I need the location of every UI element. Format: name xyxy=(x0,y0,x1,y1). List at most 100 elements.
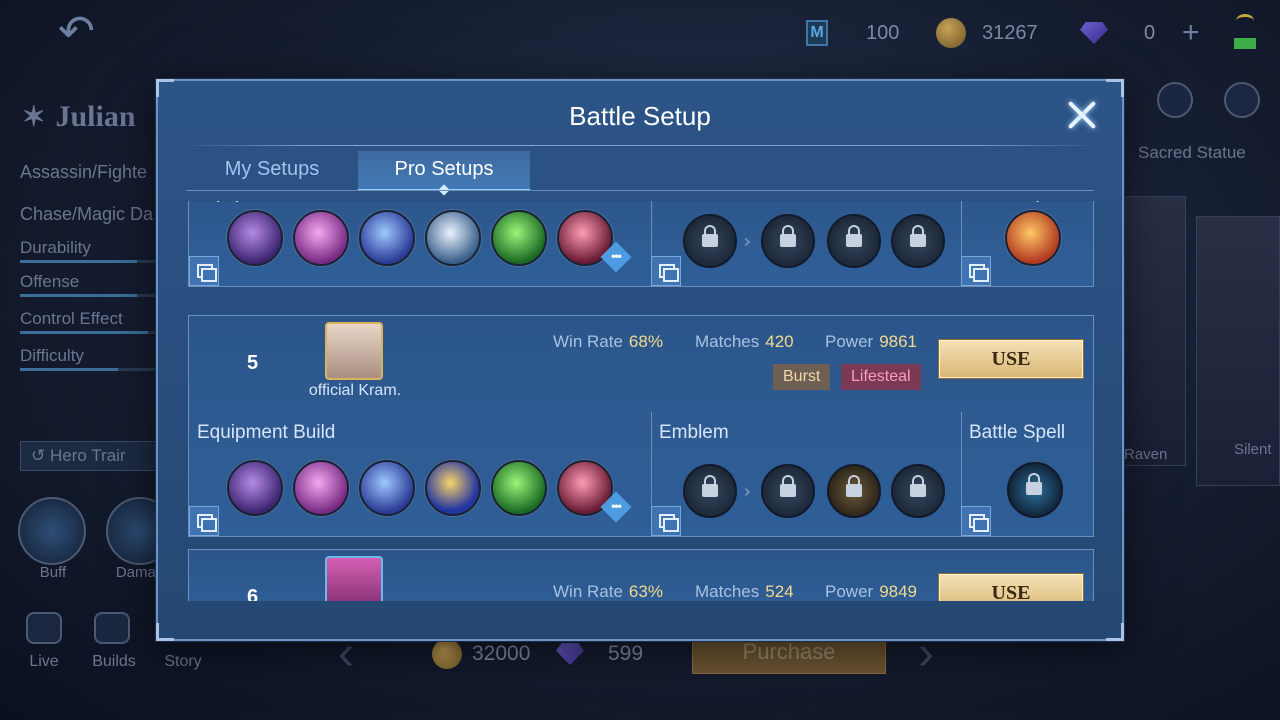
emblem-talent-2-icon[interactable] xyxy=(827,214,881,268)
nav-builds[interactable]: Builds xyxy=(84,653,144,671)
more-dots-icon: ••• xyxy=(611,499,622,513)
power-value: 9861 xyxy=(879,332,918,351)
matches-label: Matches xyxy=(695,582,760,601)
corner-ornament xyxy=(1106,623,1124,641)
corner-ornament xyxy=(156,79,174,97)
win-rate: Win Rate 68% xyxy=(553,332,663,352)
emblem-main-icon[interactable] xyxy=(683,214,737,268)
player-avatar[interactable] xyxy=(325,556,383,601)
tag-lifesteal: Lifesteal xyxy=(841,364,921,390)
copy-equipment-icon[interactable] xyxy=(189,256,219,286)
coins-value: 31267 xyxy=(982,21,1038,44)
emblem-talent-2-icon[interactable] xyxy=(827,464,881,518)
player-avatar[interactable] xyxy=(325,322,383,380)
corner-ornament xyxy=(1106,79,1124,97)
stat-bar-control xyxy=(20,331,170,334)
skin-card-raven[interactable] xyxy=(1124,196,1186,466)
battle-spell-icon[interactable] xyxy=(1007,462,1063,518)
assassin-role-icon: ✶ xyxy=(22,102,46,133)
copy-emblem-icon[interactable] xyxy=(651,506,681,536)
emblem-main-icon[interactable] xyxy=(683,464,737,518)
rank-number: 5 xyxy=(247,352,259,374)
star-orb-item-icon[interactable] xyxy=(359,460,415,516)
price-coin-icon xyxy=(432,639,462,669)
stat-label-difficulty: Difficulty xyxy=(20,346,84,365)
matches-value: 420 xyxy=(765,332,794,351)
hero-name: ✶ Julian xyxy=(22,100,136,134)
battle-setup-dialog: Battle Setup My Setups Pro Setups Equipm… xyxy=(156,79,1124,641)
skin-name-silent: Silent xyxy=(1234,441,1272,458)
feather-item-icon[interactable] xyxy=(293,460,349,516)
battery-icon xyxy=(1234,38,1256,49)
emblem-label: Emblem xyxy=(659,422,729,443)
fullscreen-icon[interactable] xyxy=(1224,82,1260,118)
m-points-display: M 100 xyxy=(806,18,899,48)
training-icon: ↺ xyxy=(31,446,46,465)
golden-orb-item-icon[interactable] xyxy=(425,460,481,516)
price-diamond-icon xyxy=(556,643,584,665)
lock-icon xyxy=(780,475,796,497)
emblem-talent-1-icon[interactable] xyxy=(761,464,815,518)
hero-specialty: Chase/Magic Da xyxy=(20,204,154,224)
copy-equipment-icon[interactable] xyxy=(189,506,219,536)
battle-spell-label: Battle Spell xyxy=(969,201,1065,204)
emblem-talent-3-icon[interactable] xyxy=(891,464,945,518)
copy-spell-icon[interactable] xyxy=(961,256,991,286)
win-rate-value: 68% xyxy=(628,332,663,351)
battle-spell-icon[interactable] xyxy=(1005,210,1061,266)
wifi-icon xyxy=(1236,14,1254,28)
crystal-item-icon[interactable] xyxy=(491,210,547,266)
battle-spell-label: Battle Spell xyxy=(969,422,1066,443)
pro-setups-list[interactable]: Equipment Build Emblem Battle Spell ••• xyxy=(186,201,1094,601)
use-setup-button[interactable]: USE xyxy=(939,340,1083,378)
emblem-talent-1-icon[interactable] xyxy=(761,214,815,268)
diamond-price: 599 xyxy=(556,636,643,672)
add-currency-icon[interactable]: + xyxy=(1182,16,1200,50)
live-icon[interactable] xyxy=(26,612,62,644)
power: Power 9861 xyxy=(825,332,917,352)
tab-pro-setups[interactable]: Pro Setups xyxy=(358,151,530,191)
corner-ornament xyxy=(156,623,174,641)
crystal-item-icon[interactable] xyxy=(491,460,547,516)
diamonds-display: 0 xyxy=(1080,18,1155,48)
win-rate-label: Win Rate xyxy=(553,582,623,601)
lock-icon xyxy=(846,475,862,497)
lock-icon xyxy=(910,225,926,247)
copy-emblem-icon[interactable] xyxy=(651,256,681,286)
stat-bar-offense xyxy=(20,294,170,297)
coins-display: 31267 xyxy=(936,18,1038,48)
feather-item-icon[interactable] xyxy=(293,210,349,266)
nav-live[interactable]: Live xyxy=(14,653,74,671)
hero-training-button[interactable]: ↺ Hero Trair xyxy=(20,441,170,471)
star-orb-item-icon[interactable] xyxy=(359,210,415,266)
boots-item-icon[interactable] xyxy=(227,210,283,266)
matches: Matches 420 xyxy=(695,332,794,352)
setup-tabs: My Setups Pro Setups xyxy=(186,151,530,191)
coin-price: 32000 xyxy=(432,636,530,672)
diamonds-value: 0 xyxy=(1144,21,1156,44)
sound-icon[interactable] xyxy=(1157,82,1193,118)
back-arrow-icon[interactable]: ↶ xyxy=(58,10,138,54)
matches-value: 524 xyxy=(765,582,794,601)
lock-icon xyxy=(1026,473,1042,495)
nav-story[interactable]: Story xyxy=(153,653,213,671)
tab-my-setups[interactable]: My Setups xyxy=(186,151,358,191)
spear-item-icon[interactable] xyxy=(425,210,481,266)
close-icon[interactable] xyxy=(1062,95,1102,135)
diamond-icon xyxy=(1080,22,1108,44)
lock-icon xyxy=(910,475,926,497)
sacred-statue-tab[interactable]: Sacred Statue xyxy=(1138,143,1246,163)
coin-icon xyxy=(936,18,966,48)
pro-setup-entry: 6 Win Rate 63% Matches 524 Power 9849 USE xyxy=(188,549,1094,601)
buff-skill-button[interactable] xyxy=(18,497,86,565)
builds-icon[interactable] xyxy=(94,612,130,644)
emblem-label: Emblem xyxy=(659,201,729,204)
lock-icon xyxy=(780,225,796,247)
win-rate-value: 63% xyxy=(628,582,663,601)
emblem-talent-3-icon[interactable] xyxy=(891,214,945,268)
boots-item-icon[interactable] xyxy=(227,460,283,516)
use-setup-button[interactable]: USE xyxy=(939,574,1083,601)
stat-label-offense: Offense xyxy=(20,272,80,291)
copy-spell-icon[interactable] xyxy=(961,506,991,536)
matches-label: Matches xyxy=(695,332,760,351)
